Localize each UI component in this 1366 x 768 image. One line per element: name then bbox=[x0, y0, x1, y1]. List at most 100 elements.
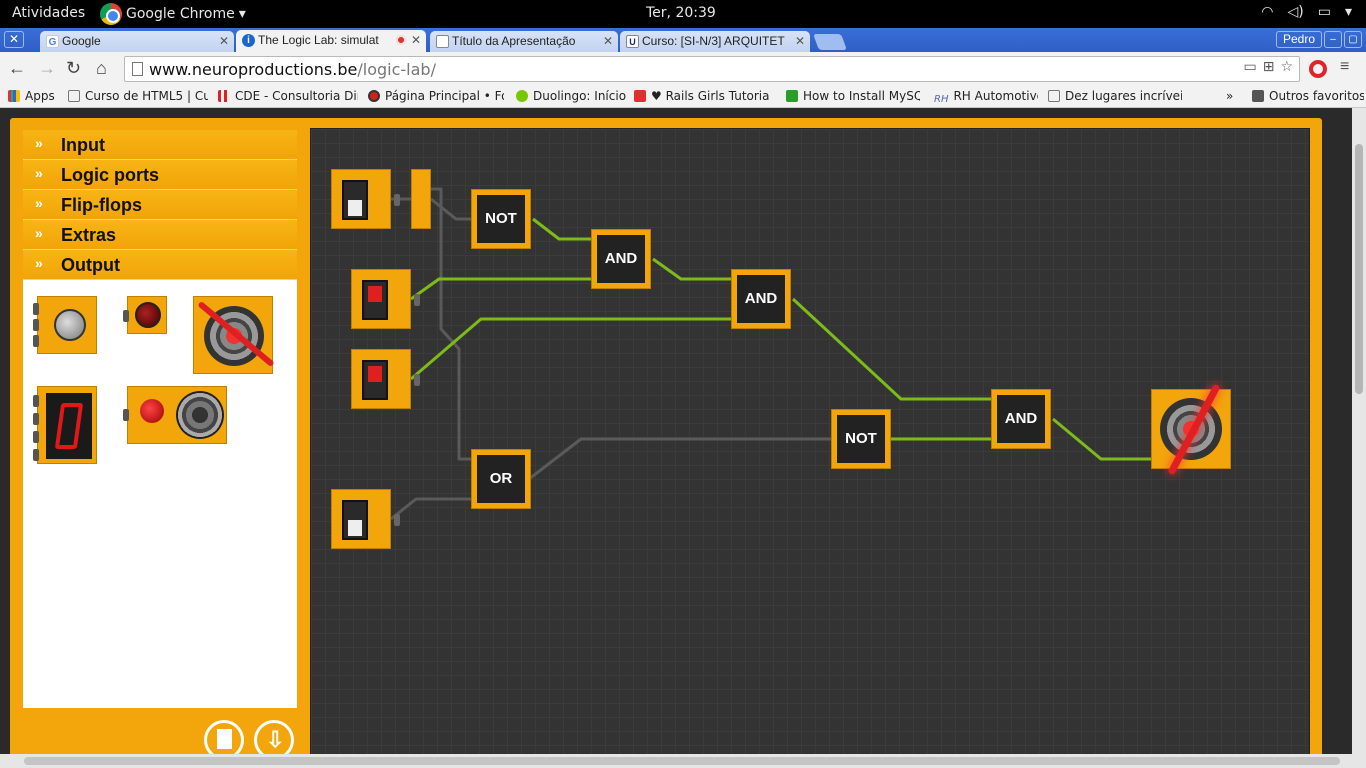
input-switch-on[interactable] bbox=[351, 349, 420, 409]
category-flip-flops[interactable]: » Flip-flops bbox=[23, 190, 297, 220]
gate-and[interactable]: AND bbox=[991, 389, 1051, 449]
palette-led[interactable] bbox=[123, 296, 167, 334]
chrome-icon bbox=[100, 3, 122, 25]
activities-button[interactable]: Atividades bbox=[12, 5, 85, 21]
input-switch-off[interactable] bbox=[331, 489, 400, 549]
bookmark-star-icon[interactable]: ☆ bbox=[1280, 59, 1293, 75]
opera-extension-icon[interactable] bbox=[1309, 60, 1327, 78]
heart-icon bbox=[634, 90, 646, 102]
palette-seven-segment[interactable] bbox=[33, 386, 97, 464]
os-top-bar: Atividades Google Chrome ▾ Ter, 20:39 ◠ … bbox=[0, 0, 1366, 28]
reload-icon[interactable]: ↻ bbox=[66, 58, 81, 79]
category-input[interactable]: » Input bbox=[23, 130, 297, 160]
double-chevron-icon: » bbox=[35, 255, 43, 271]
scrollbar-thumb[interactable] bbox=[1355, 144, 1363, 394]
camera-blocked-icon[interactable]: ▭ bbox=[1243, 59, 1256, 75]
bookmark-mysql[interactable]: How to Install MySQL bbox=[786, 89, 920, 103]
palette-light-bulb[interactable] bbox=[33, 296, 97, 354]
rh-icon: RH bbox=[934, 94, 949, 105]
download-button[interactable]: ⇩ bbox=[254, 720, 294, 754]
wire bbox=[528, 437, 831, 481]
gate-not[interactable]: NOT bbox=[831, 409, 891, 469]
bookmark-label: Outros favoritos bbox=[1269, 89, 1364, 103]
component-sidebar: » Input » Logic ports » Flip-flops » Extras … bbox=[22, 129, 298, 709]
category-extras[interactable]: » Extras bbox=[23, 220, 297, 250]
logiclab-icon: i bbox=[242, 34, 255, 47]
bookmarks-bar: Apps Curso de HTML5 | Cu CDE - Consultor… bbox=[0, 86, 1366, 108]
bookmark-html5[interactable]: Curso de HTML5 | Cu bbox=[68, 89, 208, 103]
translate-icon[interactable]: ⊞ bbox=[1263, 59, 1275, 75]
tab-logic-lab[interactable]: i The Logic Lab: simulat ✕ bbox=[236, 30, 426, 52]
bookmark-label: Curso de HTML5 | Cu bbox=[85, 89, 208, 103]
gate-label: AND bbox=[737, 275, 785, 323]
menu-icon[interactable]: ≡ bbox=[1340, 58, 1349, 76]
close-tab-icon[interactable]: ✕ bbox=[795, 34, 805, 48]
back-arrow-icon[interactable]: ← bbox=[8, 58, 26, 79]
bookmark-label: Duolingo: Início bbox=[533, 89, 627, 103]
tab-google[interactable]: G Google ✕ bbox=[40, 31, 234, 52]
category-logic-ports[interactable]: » Logic ports bbox=[23, 160, 297, 190]
bookmark-dez-lugares[interactable]: Dez lugares incríveis bbox=[1048, 89, 1182, 103]
bookmark-label: ♥ Rails Girls Tutorial bbox=[651, 89, 770, 103]
palette-speaker[interactable] bbox=[123, 386, 227, 444]
vertical-scrollbar[interactable] bbox=[1352, 108, 1366, 754]
bookmark-rails-girls[interactable]: ♥ Rails Girls Tutorial bbox=[634, 89, 770, 103]
tab-presentation[interactable]: Título da Apresentação ✕ bbox=[430, 31, 618, 52]
gate-label: NOT bbox=[837, 415, 885, 463]
category-label: Flip-flops bbox=[61, 195, 142, 215]
category-label: Input bbox=[61, 135, 105, 155]
output-motor[interactable] bbox=[1151, 383, 1231, 476]
volume-knob-icon bbox=[140, 399, 164, 423]
tab-course[interactable]: U Curso: [SI-N/3] ARQUITET ✕ bbox=[620, 31, 810, 52]
google-icon: G bbox=[46, 35, 59, 48]
category-output[interactable]: » Output bbox=[23, 250, 297, 280]
bookmark-cde[interactable]: CDE - Consultoria Dire bbox=[218, 89, 358, 103]
wire bbox=[791, 297, 991, 401]
page-icon bbox=[68, 90, 80, 102]
more-bookmarks-button[interactable]: » bbox=[1226, 89, 1242, 103]
bookmark-other-favorites[interactable]: Outros favoritos bbox=[1252, 89, 1364, 103]
gate-not[interactable]: NOT bbox=[471, 189, 531, 249]
gate-or[interactable]: OR bbox=[471, 449, 531, 509]
home-icon[interactable]: ⌂ bbox=[96, 58, 107, 79]
gate-and[interactable]: AND bbox=[731, 269, 791, 329]
double-chevron-icon: » bbox=[35, 135, 43, 151]
palette-motor[interactable] bbox=[193, 296, 275, 374]
splitter[interactable] bbox=[411, 169, 431, 229]
bookmark-label: Apps bbox=[25, 89, 55, 103]
system-tray[interactable]: ◠ ◁) ▭ ▾ bbox=[1261, 4, 1352, 20]
folder-icon bbox=[1252, 90, 1264, 102]
close-window-button[interactable]: ✕ bbox=[4, 31, 24, 48]
horizontal-scrollbar[interactable] bbox=[0, 754, 1366, 768]
maximize-button[interactable]: ▢ bbox=[1344, 31, 1362, 48]
circuit-canvas[interactable]: NOT AND AND OR NOT AND bbox=[310, 128, 1310, 754]
close-tab-icon[interactable]: ✕ bbox=[411, 33, 421, 47]
duolingo-icon bbox=[516, 90, 528, 102]
profile-button[interactable]: Pedro bbox=[1275, 31, 1322, 48]
scrollbar-thumb[interactable] bbox=[24, 757, 1340, 765]
double-chevron-icon: » bbox=[35, 225, 43, 241]
close-tab-icon[interactable]: ✕ bbox=[219, 34, 229, 48]
input-switch-on[interactable] bbox=[351, 269, 420, 329]
new-document-button[interactable] bbox=[204, 720, 244, 754]
bookmark-rh-automotive[interactable]: RH RH Automotive bbox=[934, 89, 1038, 106]
wire bbox=[410, 277, 591, 301]
new-tab-button[interactable] bbox=[813, 34, 847, 50]
wire bbox=[390, 497, 471, 521]
bookmark-forum[interactable]: Página Principal • Fór bbox=[368, 89, 504, 103]
close-tab-icon[interactable]: ✕ bbox=[603, 34, 613, 48]
document-icon bbox=[217, 729, 232, 749]
tab-title: The Logic Lab: simulat bbox=[258, 33, 379, 47]
double-chevron-icon: » bbox=[35, 165, 43, 181]
bookmark-duolingo[interactable]: Duolingo: Início bbox=[516, 89, 628, 103]
gate-and[interactable]: AND bbox=[591, 229, 651, 289]
input-switch-off[interactable] bbox=[331, 169, 400, 229]
minimize-button[interactable]: – bbox=[1324, 31, 1342, 48]
bookmark-apps[interactable]: Apps bbox=[8, 89, 68, 103]
address-bar[interactable]: www.neuroproductions.be/logic-lab/ ▭ ⊞ ☆ bbox=[124, 56, 1300, 82]
clock[interactable]: Ter, 20:39 bbox=[646, 5, 716, 21]
speaker-icon bbox=[176, 391, 224, 439]
forward-arrow-icon[interactable]: → bbox=[38, 58, 56, 79]
app-menu[interactable]: Google Chrome ▾ bbox=[100, 3, 246, 25]
category-label: Output bbox=[61, 255, 120, 275]
